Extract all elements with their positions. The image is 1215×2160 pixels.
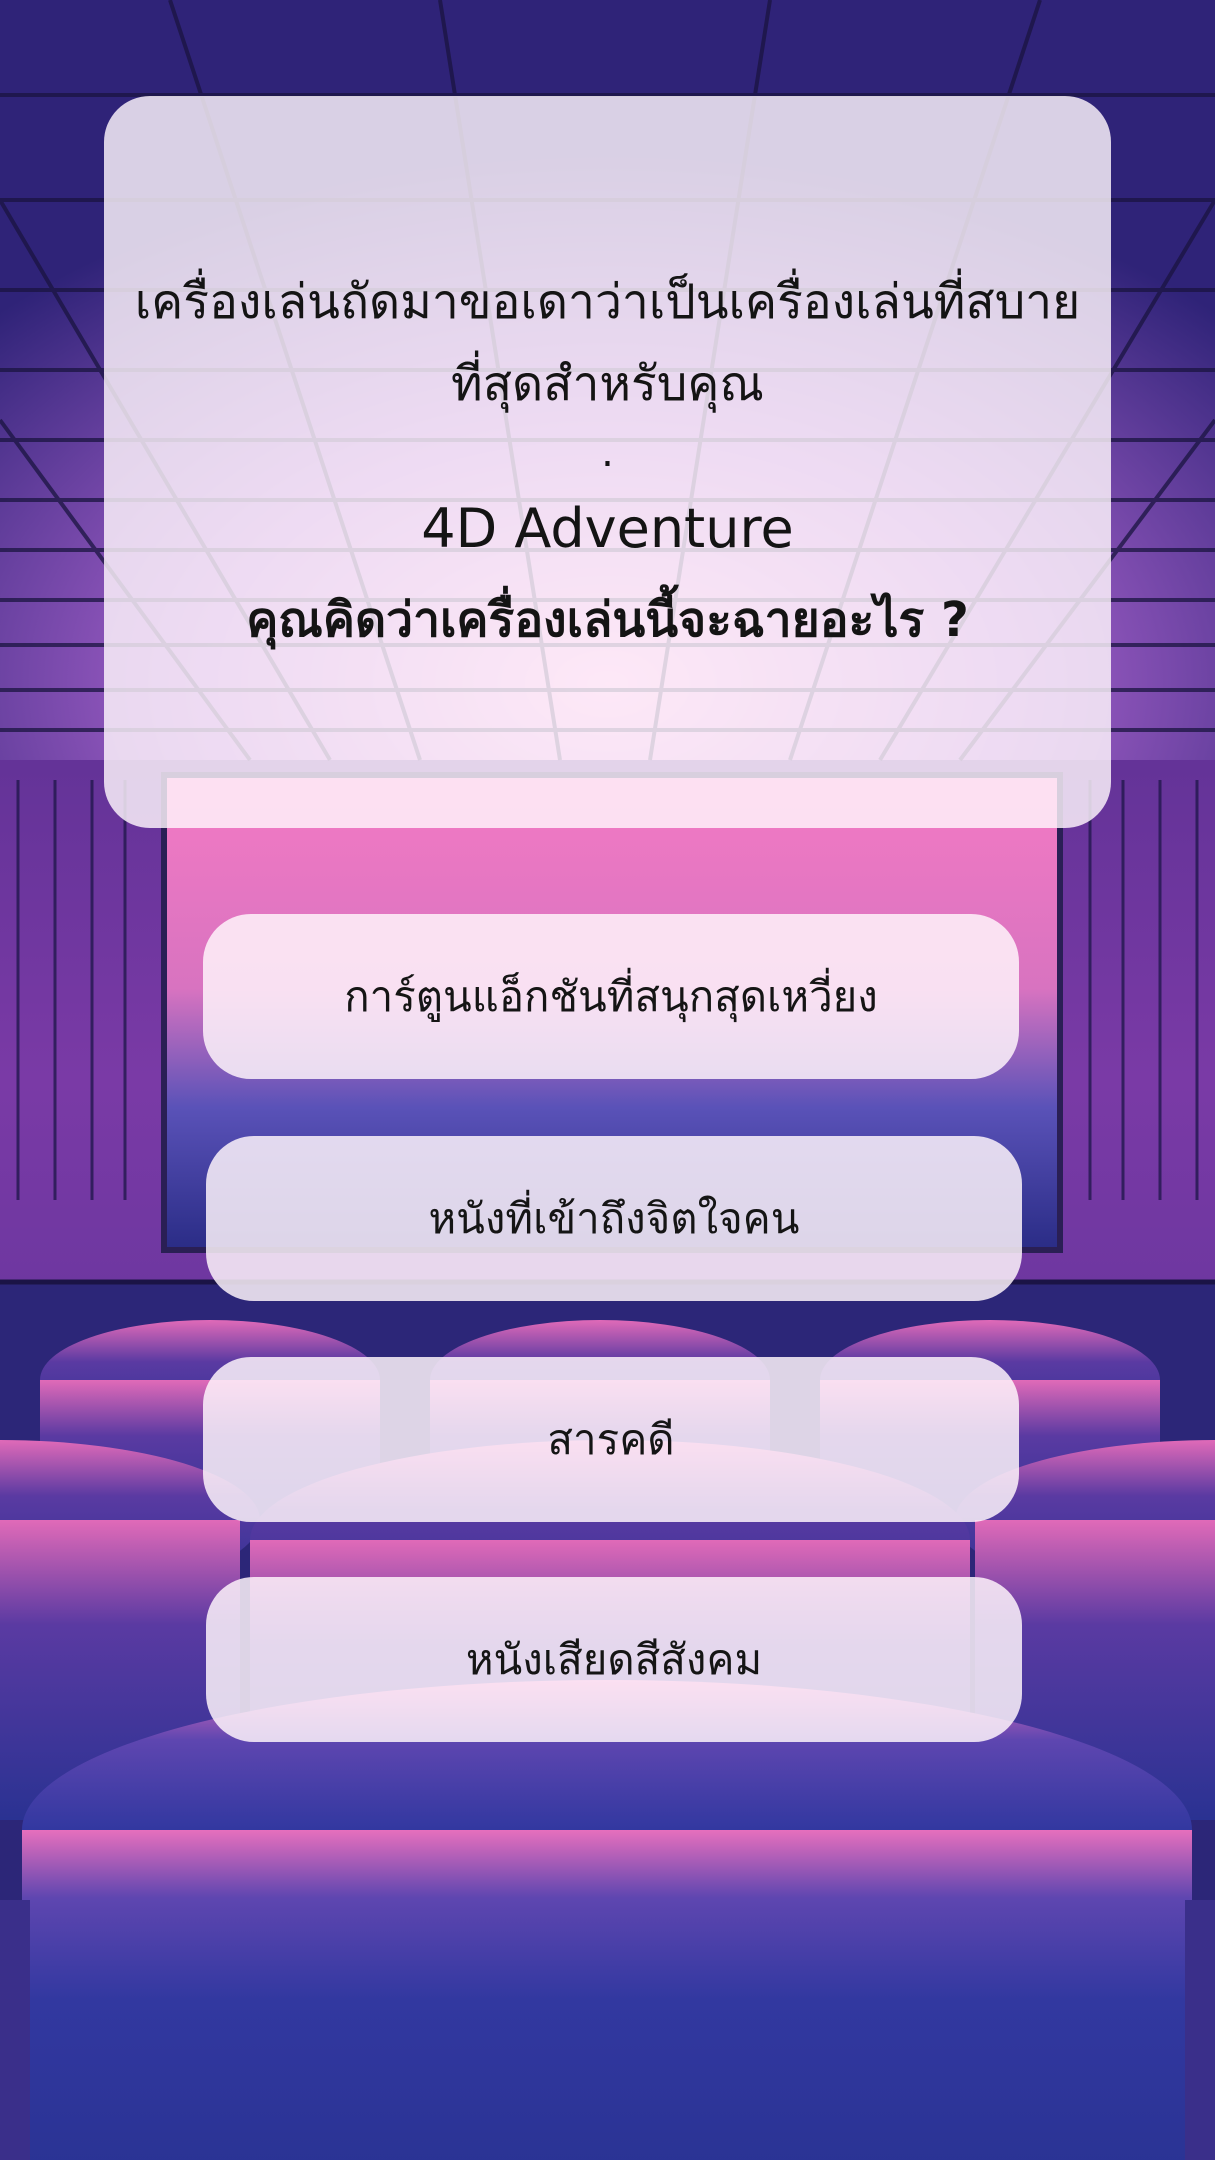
- question-separator: .: [601, 430, 614, 476]
- answer-button-4[interactable]: หนังเสียดสีสังคม: [206, 1577, 1022, 1742]
- question-card: เครื่องเล่นถัดมาขอเดาว่าเป็นเครื่องเล่นท…: [104, 96, 1111, 828]
- answer-button-3[interactable]: สารคดี: [203, 1357, 1019, 1522]
- answer-label: หนังเสียดสีสังคม: [465, 1634, 763, 1684]
- answer-button-1[interactable]: การ์ตูนแอ็กชันที่สนุกสุดเหวี่ยง: [203, 914, 1019, 1079]
- question-text-line-2: ที่สุดสำหรับคุณ: [451, 356, 764, 412]
- answer-label: สารคดี: [547, 1414, 675, 1464]
- question-prompt: คุณคิดว่าเครื่องเล่นนี้จะฉายอะไร ?: [246, 592, 969, 648]
- answer-label: การ์ตูนแอ็กชันที่สนุกสุดเหวี่ยง: [344, 971, 878, 1021]
- quiz-screen: เครื่องเล่นถัดมาขอเดาว่าเป็นเครื่องเล่นท…: [0, 0, 1215, 2160]
- question-text-line-1: เครื่องเล่นถัดมาขอเดาว่าเป็นเครื่องเล่นท…: [134, 274, 1081, 330]
- answer-button-2[interactable]: หนังที่เข้าถึงจิตใจคน: [206, 1136, 1022, 1301]
- ride-name: 4D Adventure: [421, 497, 794, 560]
- answer-label: หนังที่เข้าถึงจิตใจคน: [428, 1193, 800, 1243]
